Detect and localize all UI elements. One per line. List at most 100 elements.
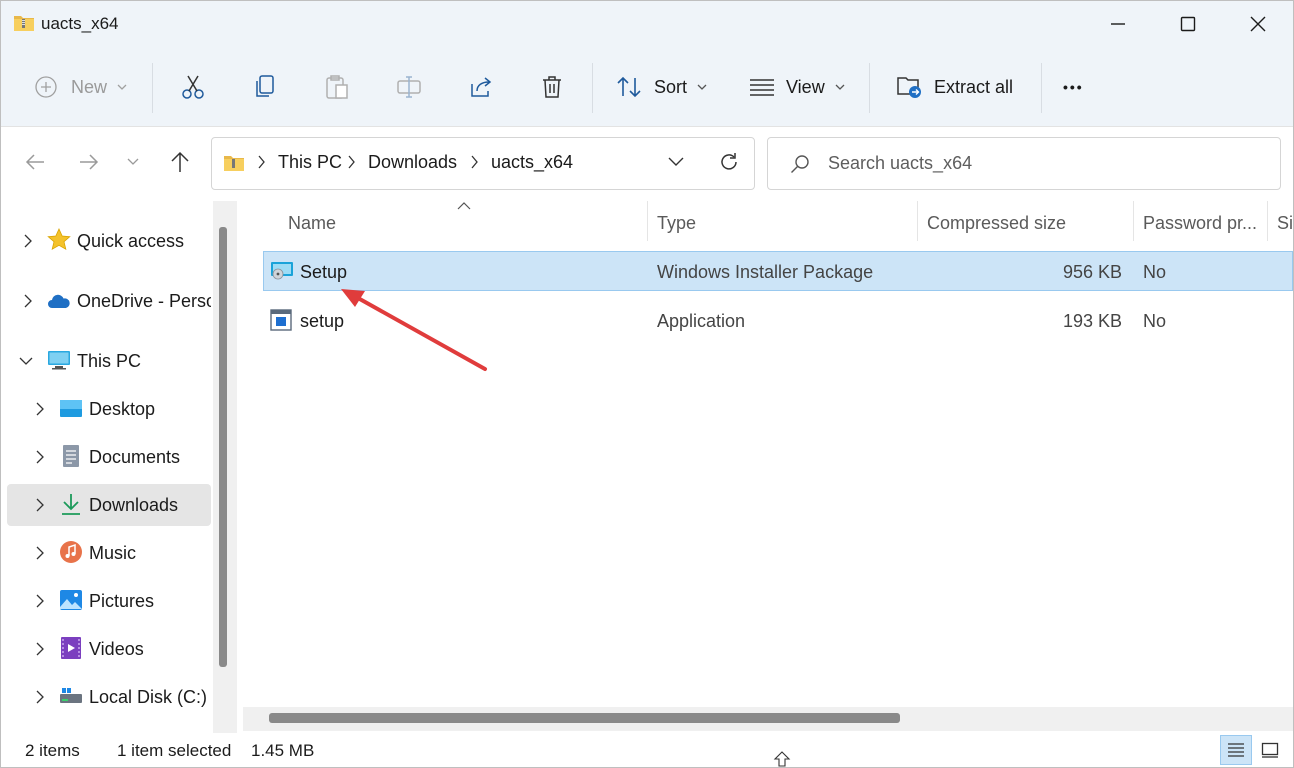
search-placeholder: Search uacts_x64 (828, 153, 973, 173)
trash-icon (543, 76, 561, 98)
new-button-label: New (71, 76, 108, 97)
sidebar-item-documents[interactable]: Documents (7, 436, 211, 478)
column-header-password[interactable]: Password pr... (1143, 213, 1257, 234)
close-icon (1250, 16, 1266, 32)
chevron-down-icon (835, 84, 845, 90)
rename-button[interactable] (396, 67, 422, 107)
search-box[interactable]: Search uacts_x64 (767, 137, 1281, 190)
installer-package-icon (271, 262, 293, 280)
file-password: No (1143, 262, 1167, 282)
sidebar-item-label: Pictures (89, 591, 155, 611)
cut-button[interactable] (181, 67, 205, 107)
sidebar-item-onedrive[interactable]: OneDrive - Perso (7, 280, 211, 322)
sort-button[interactable]: Sort (617, 67, 707, 107)
maximize-icon (1180, 16, 1196, 32)
recent-locations-button[interactable] (116, 145, 150, 179)
computer-icon (48, 351, 70, 370)
sidebar-scrollbar-thumb[interactable] (219, 227, 227, 667)
column-header-name[interactable]: Name (288, 213, 336, 234)
new-button[interactable]: New (35, 67, 127, 107)
extract-all-label: Extract all (934, 76, 1014, 97)
column-divider[interactable] (917, 201, 918, 241)
chevron-down-icon (19, 357, 33, 365)
sidebar-item-videos[interactable]: Videos (7, 628, 211, 670)
documents-icon (63, 445, 79, 467)
sort-icon (617, 76, 641, 98)
copy-icon (256, 75, 274, 97)
sidebar-item-music[interactable]: Music (7, 532, 211, 574)
maximize-button[interactable] (1153, 1, 1223, 47)
chevron-right-icon (36, 450, 44, 464)
download-icon (62, 494, 80, 515)
paste-icon (326, 75, 348, 99)
column-header-size[interactable]: Si (1277, 213, 1293, 234)
column-divider[interactable] (1133, 201, 1134, 241)
chevron-right-icon (348, 155, 355, 169)
sidebar-item-this-pc[interactable]: This PC (7, 340, 211, 382)
forward-button[interactable] (72, 145, 106, 179)
header-region: uacts_x64 New Sort View Extract all ••• (1, 1, 1293, 127)
rename-icon (397, 76, 421, 98)
copy-button[interactable] (254, 67, 276, 107)
details-view-button[interactable] (1220, 735, 1252, 765)
delete-button[interactable] (541, 67, 563, 107)
column-header-row: Name Type Compressed size Password pr...… (239, 201, 1293, 243)
sidebar-item-pictures[interactable]: Pictures (7, 580, 211, 622)
file-type: Application (657, 311, 746, 331)
tiles-view-icon (1261, 742, 1279, 758)
chevron-down-icon (117, 84, 127, 90)
chevron-down-icon (697, 84, 707, 90)
chevron-right-icon (258, 155, 265, 169)
column-header-type[interactable]: Type (657, 213, 696, 234)
sidebar-item-quick-access[interactable]: Quick access (7, 220, 211, 262)
share-button[interactable] (469, 67, 493, 107)
drive-icon (60, 688, 82, 703)
sidebar-item-desktop[interactable]: Desktop (7, 388, 211, 430)
navigation-row: This PC Downloads uacts_x64 Search uacts… (1, 127, 1293, 201)
pictures-icon (60, 590, 82, 610)
annotation-arrow-icon (341, 289, 487, 371)
large-icons-view-button[interactable] (1254, 735, 1286, 765)
file-compressed-size: 956 KB (1062, 262, 1122, 282)
sidebar-item-label: Quick access (77, 231, 185, 251)
extract-folder-icon (897, 77, 921, 98)
chevron-right-icon (24, 234, 32, 248)
title-bar: uacts_x64 (1, 1, 1293, 47)
close-button[interactable] (1223, 1, 1293, 47)
address-bar[interactable]: This PC Downloads uacts_x64 (211, 137, 755, 190)
scissors-icon (182, 75, 204, 99)
breadcrumb-this-pc[interactable]: This PC (278, 152, 342, 173)
breadcrumb-downloads[interactable]: Downloads (368, 152, 457, 173)
back-button[interactable] (18, 145, 52, 179)
view-button[interactable]: View (749, 67, 845, 107)
arrow-right-icon (80, 154, 99, 170)
column-header-compressed-size[interactable]: Compressed size (927, 213, 1066, 234)
file-list: Name Type Compressed size Password pr...… (239, 201, 1293, 733)
status-item-count: 2 items (25, 741, 80, 760)
sidebar-item-local-disk[interactable]: Local Disk (C:) (7, 676, 211, 718)
desktop-icon (60, 400, 82, 417)
refresh-icon[interactable] (718, 151, 740, 173)
sidebar-item-label: OneDrive - Perso (77, 291, 211, 311)
minimize-icon (1111, 23, 1125, 25)
paste-button[interactable] (325, 67, 349, 107)
extract-all-button[interactable]: Extract all (897, 67, 1013, 107)
sidebar-item-downloads[interactable]: Downloads (7, 484, 211, 526)
chevron-right-icon (36, 594, 44, 608)
more-options-button[interactable]: ••• (1063, 67, 1084, 107)
sidebar-item-label: Documents (89, 447, 181, 467)
file-password: No (1143, 311, 1167, 331)
chevron-down-icon[interactable] (668, 157, 684, 167)
minimize-button[interactable] (1083, 1, 1153, 47)
column-divider[interactable] (1267, 201, 1268, 241)
chevron-right-icon (36, 402, 44, 416)
sidebar-item-label: Desktop (89, 399, 156, 419)
up-button[interactable] (163, 145, 197, 179)
breadcrumb-uacts-x64[interactable]: uacts_x64 (491, 152, 573, 173)
details-view-icon (1228, 743, 1244, 757)
zip-folder-icon (224, 156, 244, 171)
horizontal-scrollbar-thumb[interactable] (269, 713, 900, 723)
navigation-pane: Quick access OneDrive - Perso This PC De… (1, 201, 238, 733)
window-title: uacts_x64 (41, 14, 119, 33)
column-divider[interactable] (647, 201, 648, 241)
